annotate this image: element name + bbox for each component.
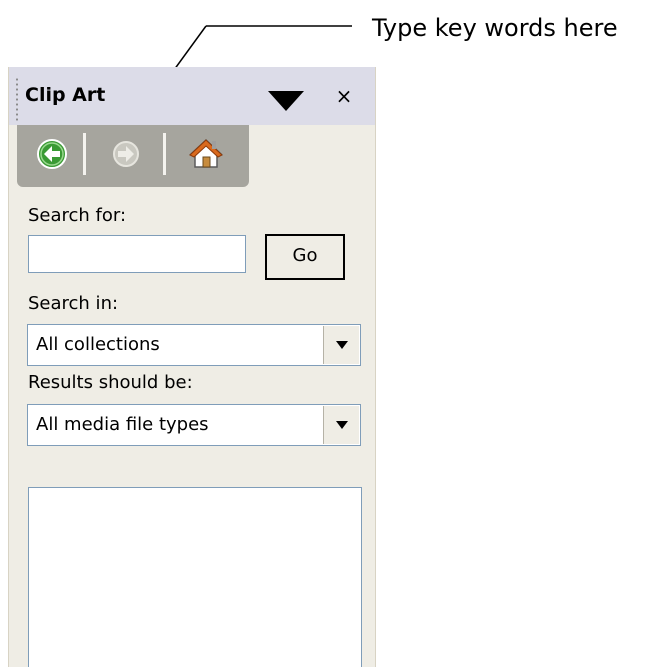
results-type-dropdown[interactable]: All media file types [27, 404, 361, 446]
results-should-be-label: Results should be: [28, 372, 193, 393]
search-input[interactable] [28, 235, 246, 273]
pane-title: Clip Art [25, 84, 106, 106]
search-in-label: Search in: [28, 293, 119, 314]
forward-arrow-icon[interactable] [105, 133, 147, 175]
results-type-selected: All media file types [36, 414, 209, 435]
search-in-selected: All collections [36, 334, 160, 355]
callout-text: Type key words here [372, 14, 618, 42]
close-button[interactable]: × [331, 83, 357, 109]
search-in-dropdown[interactable]: All collections [27, 324, 361, 366]
chevron-down-icon[interactable] [323, 326, 359, 364]
results-list[interactable] [28, 487, 362, 667]
home-icon[interactable] [185, 133, 227, 175]
chevron-down-icon[interactable] [323, 406, 359, 444]
toolbar-separator [163, 133, 166, 175]
triangle-down-icon[interactable] [264, 87, 308, 113]
navigation-toolbar [17, 125, 249, 187]
pane-header: Clip Art × [9, 67, 375, 125]
search-for-label: Search for: [28, 205, 127, 226]
go-button[interactable]: Go [265, 234, 345, 280]
drag-grip-icon[interactable] [15, 77, 19, 123]
back-arrow-icon[interactable] [31, 133, 73, 175]
clip-art-task-pane: Clip Art × Search for: Go Search in: All… [8, 67, 376, 667]
toolbar-separator [83, 133, 86, 175]
